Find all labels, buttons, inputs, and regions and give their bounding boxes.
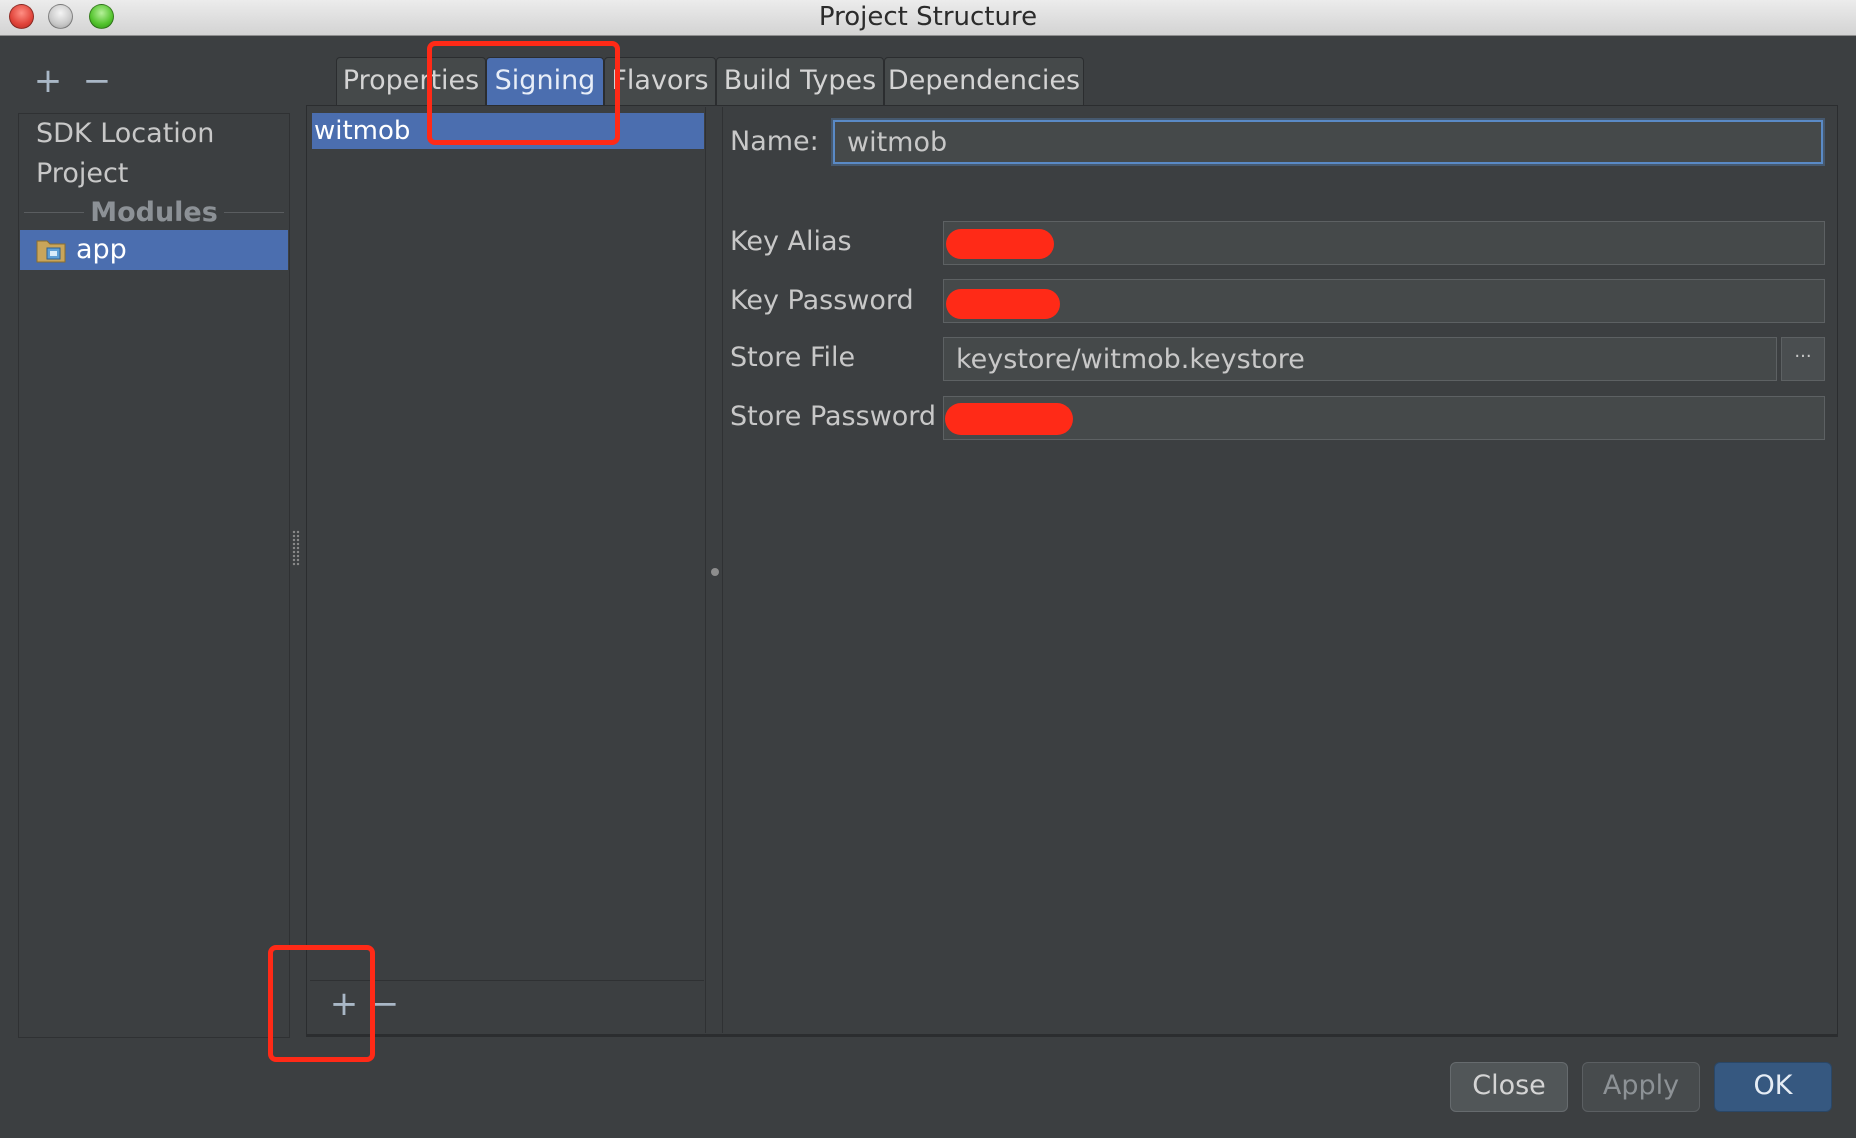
signing-config-label: witmob	[314, 116, 411, 146]
browse-store-file-button[interactable]: ···	[1781, 337, 1825, 381]
store-file-input[interactable]	[943, 337, 1777, 381]
close-button[interactable]: Close	[1450, 1062, 1568, 1112]
sidebar-item-sdk-location[interactable]: SDK Location	[36, 115, 214, 153]
name-input[interactable]	[833, 120, 1823, 164]
store-file-label: Store File	[730, 342, 856, 373]
signing-config-list	[308, 107, 706, 1033]
key-alias-label: Key Alias	[730, 226, 852, 257]
tab-dependencies[interactable]: Dependencies	[884, 57, 1084, 105]
store-password-label: Store Password	[730, 401, 937, 432]
remove-item-button[interactable]: −	[80, 64, 114, 98]
modules-header-label: Modules	[90, 196, 218, 228]
splitter-handle[interactable]	[292, 530, 300, 566]
sidebar-item-app-module[interactable]: app	[20, 230, 288, 270]
sidebar-item-project[interactable]: Project	[36, 155, 128, 193]
divider	[24, 211, 85, 213]
redaction-mark	[945, 403, 1073, 435]
key-password-label: Key Password	[730, 285, 914, 316]
store-password-input[interactable]	[943, 396, 1825, 440]
key-password-input[interactable]	[943, 279, 1825, 323]
apply-button[interactable]: Apply	[1582, 1062, 1700, 1112]
module-folder-icon	[36, 240, 66, 263]
panel-divider-handle[interactable]	[711, 568, 719, 576]
module-app-label: app	[76, 234, 127, 265]
signing-tab-highlight	[427, 41, 620, 145]
redaction-mark	[946, 229, 1054, 259]
key-alias-input[interactable]	[943, 221, 1825, 265]
redaction-mark	[946, 289, 1060, 319]
window-title: Project Structure	[818, 2, 1038, 32]
ok-button[interactable]: OK	[1714, 1062, 1832, 1112]
divider	[223, 211, 285, 213]
add-button-highlight	[268, 945, 375, 1062]
tab-flavors[interactable]: Flavors	[604, 57, 716, 105]
add-item-button[interactable]: +	[31, 64, 65, 98]
name-label: Name:	[730, 126, 819, 157]
tab-build-types[interactable]: Build Types	[716, 57, 884, 105]
modules-section-header: Modules	[18, 196, 290, 228]
